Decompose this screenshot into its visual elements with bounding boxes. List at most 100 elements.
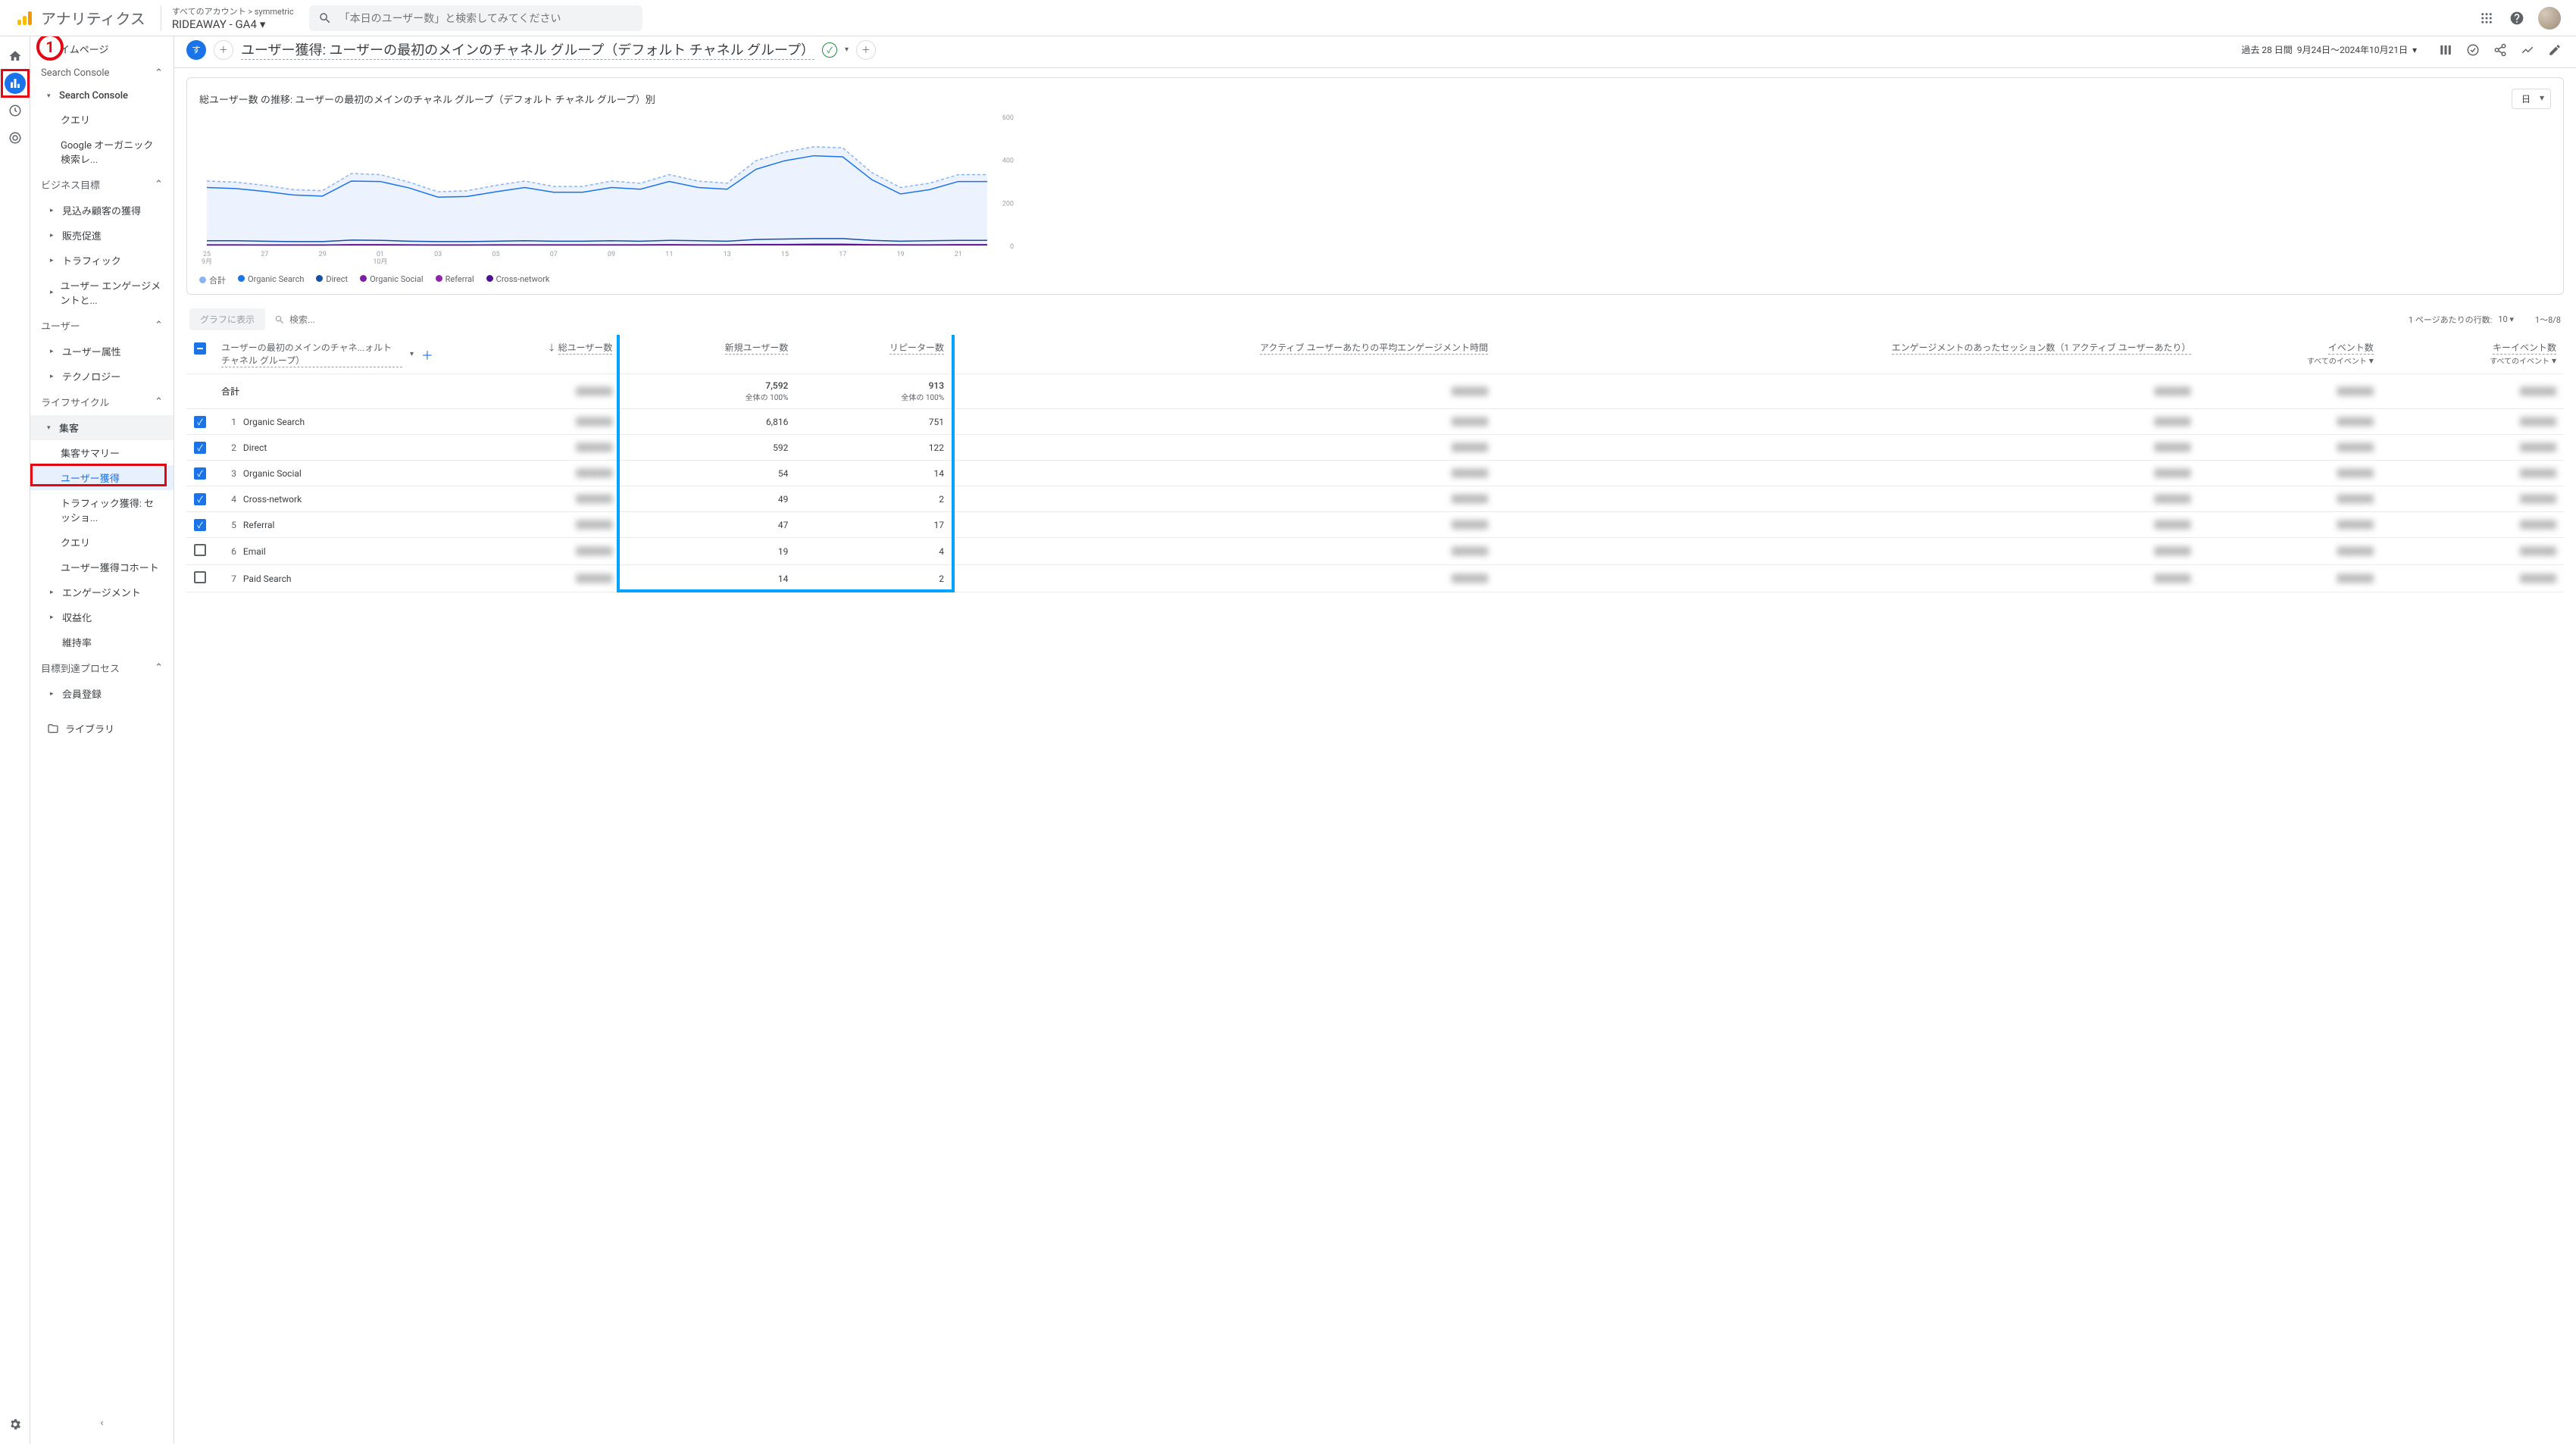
nav-acq-summary[interactable]: 集客サマリー <box>30 440 174 465</box>
legend-item[interactable]: Direct <box>316 274 348 286</box>
nav-user-tech[interactable]: ▸テクノロジー <box>30 364 174 389</box>
col-total-users[interactable]: 総ユーザー数 <box>558 341 613 355</box>
nav-biz-traffic[interactable]: ▸トラフィック <box>30 248 174 273</box>
row-checkbox[interactable] <box>194 544 206 556</box>
nav-library[interactable]: ライブラリ <box>30 714 174 743</box>
table-row[interactable]: ✓ 2 Direct ████592122 ████████████████ <box>186 435 2564 461</box>
insights-icon[interactable] <box>2464 41 2482 59</box>
col-avg-engagement[interactable]: アクティブ ユーザーあたりの平均エンゲージメント時間 <box>1260 341 1488 355</box>
table-row[interactable]: 6 Email ████194 ████████████████ <box>186 538 2564 565</box>
col-new-users[interactable]: 新規ユーザー数 <box>725 341 789 355</box>
property-name: RIDEAWAY - GA4 <box>172 17 257 31</box>
nav-group-user[interactable]: ユーザー⌃ <box>30 312 174 339</box>
legend-item[interactable]: 合計 <box>199 274 226 286</box>
rail-admin[interactable] <box>5 1414 26 1435</box>
search-icon <box>318 11 332 25</box>
add-dimension-button[interactable]: ＋ <box>421 345 433 364</box>
avatar[interactable] <box>2538 7 2561 30</box>
table-row[interactable]: ✓ 4 Cross-network ████492 ██████████████… <box>186 486 2564 512</box>
legend-item[interactable]: Cross-network <box>486 274 550 286</box>
legend-item[interactable]: Organic Social <box>360 274 424 286</box>
nav-group-lifecycle[interactable]: ライフサイクル⌃ <box>30 389 174 415</box>
svg-text:07: 07 <box>550 251 558 258</box>
nav-biz-engagement[interactable]: ▸ユーザー エンゲージメントと... <box>30 273 174 312</box>
row-checkbox[interactable] <box>194 571 206 583</box>
edit-icon[interactable] <box>2546 41 2564 59</box>
svg-text:400: 400 <box>1002 158 1014 165</box>
rail-reports[interactable] <box>5 73 26 94</box>
nav-acquisition[interactable]: ▾集客 <box>30 415 174 440</box>
table-row[interactable]: ✓ 1 Organic Search ████6,816751 ████████… <box>186 409 2564 435</box>
svg-text:19: 19 <box>896 251 904 258</box>
table-row[interactable]: ✓ 3 Organic Social ████5414 ████████████… <box>186 461 2564 486</box>
sort-arrow-icon[interactable]: ↓ <box>548 343 556 353</box>
col-engaged-sessions[interactable]: エンゲージメントのあったセッション数（1 アクティブ ユーザーあたり） <box>1892 341 2191 355</box>
nav-monetization[interactable]: ▸収益化 <box>30 605 174 630</box>
add-button[interactable]: ＋ <box>856 40 876 60</box>
chevron-down-icon[interactable]: ▾ <box>410 350 414 358</box>
granularity-select[interactable]: 日 <box>2512 89 2551 109</box>
nav-acq-cohort[interactable]: ユーザー獲得コホート <box>30 555 174 580</box>
global-search[interactable] <box>309 5 642 31</box>
nav-sc-organic[interactable]: Google オーガニック検索レ... <box>30 132 174 171</box>
apps-icon[interactable] <box>2478 9 2496 27</box>
status-check-icon[interactable]: ✓ <box>822 42 837 58</box>
chevron-down-icon[interactable]: ▾ <box>845 45 849 54</box>
nav-group-business[interactable]: ビジネス目標⌃ <box>30 171 174 198</box>
row-checkbox[interactable]: ✓ <box>194 467 206 480</box>
chart-legend: 合計 Organic Search Direct Organic Social Refe… <box>199 274 2551 286</box>
nav-acq-traffic[interactable]: トラフィック獲得: セッショ... <box>30 490 174 530</box>
product-logo: アナリティクス <box>15 7 145 29</box>
nav-group-funnel[interactable]: 目標到達プロセス⌃ <box>30 655 174 681</box>
row-checkbox[interactable]: ✓ <box>194 519 206 531</box>
rail-home[interactable] <box>5 45 26 67</box>
rail-explore[interactable] <box>5 100 26 121</box>
nav-sc-query[interactable]: クエリ <box>30 107 174 132</box>
rows-per-page-select[interactable]: 10 ▾ <box>2498 314 2514 324</box>
share-icon[interactable] <box>2491 41 2509 59</box>
row-checkbox[interactable]: ✓ <box>194 416 206 428</box>
nav-retention[interactable]: 維持率 <box>30 630 174 655</box>
add-compare-button[interactable]: ＋ <box>214 40 233 60</box>
nav-acq-query[interactable]: クエリ <box>30 530 174 555</box>
select-all-checkbox[interactable] <box>194 342 206 355</box>
svg-text:03: 03 <box>434 251 442 258</box>
dimension-header[interactable]: ユーザーの最初のメインのチャネ...ォルト チャネル グループ） <box>221 341 402 367</box>
col-event-count[interactable]: イベント数 <box>2328 341 2374 355</box>
table-search[interactable] <box>274 314 441 325</box>
table-row[interactable]: ✓ 5 Referral ████4717 ████████████████ <box>186 512 2564 538</box>
top-actions <box>2478 7 2561 30</box>
nav-biz-sales[interactable]: ▸販売促進 <box>30 223 174 248</box>
nav-signup[interactable]: ▸会員登録 <box>30 681 174 706</box>
nav-user-attr[interactable]: ▸ユーザー属性 <box>30 339 174 364</box>
nav-collapse[interactable]: ‹ <box>101 1417 104 1429</box>
legend-item[interactable]: Referral <box>436 274 474 286</box>
date-range-picker[interactable]: 過去 28 日間 9月24日～2024年10月21日 ▾ <box>2241 43 2417 56</box>
nav-group-search-console[interactable]: Search Console⌃ <box>30 61 174 85</box>
help-icon[interactable] <box>2508 9 2526 27</box>
nav-acq-user[interactable]: ユーザー獲得 <box>30 465 174 490</box>
property-selector[interactable]: すべてのアカウント > symmetric RIDEAWAY - GA4▾ <box>161 5 294 31</box>
search-input[interactable] <box>339 12 633 24</box>
row-checkbox[interactable]: ✓ <box>194 442 206 454</box>
compare-chip[interactable]: す <box>186 40 206 60</box>
row-checkbox[interactable]: ✓ <box>194 493 206 505</box>
table-row[interactable]: 7 Paid Search ████142 ████████████████ <box>186 565 2564 592</box>
col-returning-users[interactable]: リピーター数 <box>889 341 944 355</box>
page-range: 1～8/8 <box>2535 314 2561 326</box>
nav-search-console[interactable]: ▾Search Console <box>30 85 174 107</box>
svg-text:05: 05 <box>492 251 499 258</box>
left-rail <box>0 36 30 1444</box>
report-nav: 1 タイムページ Search Console⌃ ▾Search Console… <box>30 36 174 1444</box>
nav-engagement[interactable]: ▸エンゲージメント <box>30 580 174 605</box>
legend-item[interactable]: Organic Search <box>238 274 304 286</box>
svg-text:25: 25 <box>203 251 211 258</box>
svg-text:13: 13 <box>724 251 731 258</box>
table-search-input[interactable] <box>289 314 441 325</box>
rail-advertising[interactable] <box>5 127 26 148</box>
col-key-events[interactable]: キーイベント数 <box>2493 341 2556 355</box>
customize-icon[interactable] <box>2437 41 2455 59</box>
trend-icon[interactable] <box>2518 41 2537 59</box>
nav-biz-leads[interactable]: ▸見込み顧客の獲得 <box>30 198 174 223</box>
show-in-chart-button[interactable]: グラフに表示 <box>189 308 265 330</box>
